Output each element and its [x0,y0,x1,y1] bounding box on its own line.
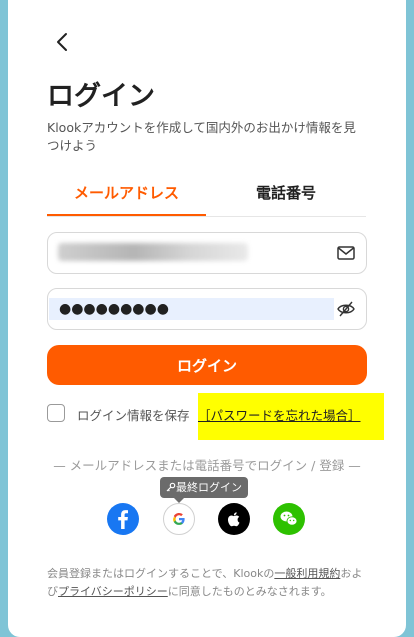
mail-icon [336,244,356,262]
key-icon [166,482,176,492]
social-divider: — メールアドレスまたは電話番号でログイン / 登録 — [53,458,361,473]
login-tabs: メールアドレス 電話番号 [47,176,366,217]
tooltip-text: 最終ログイン [176,481,242,494]
tab-phone[interactable]: 電話番号 [206,176,366,214]
facebook-login-button[interactable] [107,503,139,535]
email-field[interactable]: ●●●●●●●●●●●●●●●●●●● [47,232,367,274]
terms-prefix: 会員登録またはログインすることで、Klookの [47,567,275,580]
wechat-icon [273,503,305,535]
page-title: ログイン [47,81,155,112]
terms-link[interactable]: 一般利用規約 [274,567,340,580]
apple-login-button[interactable] [218,503,250,535]
google-icon [173,513,185,525]
wechat-login-button[interactable] [273,503,305,535]
google-login-button[interactable] [163,503,195,535]
remember-label: ログイン情報を保存 [77,408,190,423]
last-login-tooltip: 最終ログイン [160,477,248,498]
chevron-left-icon [57,33,67,51]
privacy-policy-link[interactable]: プライバシーポリシー [58,585,168,598]
apple-icon [218,503,250,535]
tab-email[interactable]: メールアドレス [47,176,206,216]
back-button[interactable] [50,30,78,54]
page-subtitle: Klookアカウントを作成して国内外のお出かけ情報を見つけよう [47,120,356,153]
password-field[interactable] [47,288,367,330]
forgot-password-link[interactable]: ［パスワードを忘れた場合］ [198,405,361,424]
terms-notice: 会員登録またはログインすることで、Klookの一般利用規約およびプライバシーポリ… [47,565,369,601]
eye-off-icon[interactable] [336,300,356,318]
facebook-icon [107,503,139,535]
login-card: ログイン Klookアカウントを作成して国内外のお出かけ情報を見つけよう メール… [8,0,406,637]
terms-suffix: に同意したものとみなされます。 [167,585,332,598]
password-input[interactable] [49,298,334,320]
login-button[interactable]: ログイン [47,345,367,385]
remember-checkbox[interactable] [47,404,65,422]
email-value: ●●●●●●●●●●●●●●●●●●● [58,243,248,261]
